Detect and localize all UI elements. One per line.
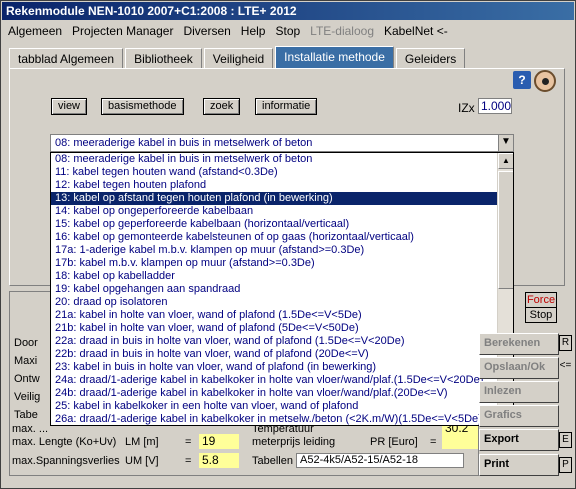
- berekenen-button[interactable]: Berekenen: [479, 333, 559, 355]
- um-eq: =: [185, 455, 192, 467]
- list-item[interactable]: 21b: kabel in holte van vloer, wand of p…: [51, 322, 513, 335]
- list-item[interactable]: 23: kabel in buis in holte van vloer, wa…: [51, 361, 513, 374]
- partial-row-label: max. ...: [12, 423, 49, 435]
- tab-algemeen[interactable]: tabblad Algemeen: [9, 48, 124, 68]
- menu-projecten[interactable]: Projecten Manager: [67, 22, 178, 40]
- side-label: Maxi: [14, 355, 38, 367]
- max-lengte-label: max. Lengte (Ko+Uv): [12, 436, 117, 448]
- menu-lte-dialoog[interactable]: LTE-dialoog: [305, 22, 379, 40]
- side-label: Veilig: [14, 391, 41, 403]
- menu-kabelnet[interactable]: KabelNet <-: [379, 22, 453, 40]
- tab-installatie-methode[interactable]: Installatie methode: [275, 46, 394, 68]
- title-bar: Rekenmodule NEN-1010 2007+C1:2008 : LTE+…: [2, 2, 574, 20]
- scroll-thumb[interactable]: [498, 171, 513, 289]
- print-button[interactable]: Print: [479, 454, 559, 476]
- inlezen-button[interactable]: Inlezen: [479, 381, 559, 403]
- list-item[interactable]: 26a: draad/1-aderige kabel in kabelkoker…: [51, 413, 513, 425]
- basismethode-button[interactable]: basismethode: [101, 98, 184, 115]
- list-item[interactable]: 24b: draad/1-aderige kabel in kabelkoker…: [51, 387, 513, 400]
- shortcut-back: <=: [559, 359, 572, 375]
- list-item[interactable]: 22a: draad in buis in holte van vloer, w…: [51, 335, 513, 348]
- view-button[interactable]: view: [51, 98, 88, 115]
- um-label: UM [V]: [125, 455, 159, 467]
- pr-field: [442, 434, 478, 449]
- meterprijs-label: meterprijs leiding: [252, 436, 336, 448]
- export-button[interactable]: Export: [479, 429, 559, 451]
- tab-strip: tabblad Algemeen Bibliotheek Veiligheid …: [9, 46, 467, 68]
- tab-veiligheid[interactable]: Veiligheid: [203, 48, 274, 68]
- force-button[interactable]: Force: [525, 292, 557, 308]
- list-item[interactable]: 16: kabel op gemonteerde kabelsteunen of…: [51, 231, 513, 244]
- list-item[interactable]: 25: kabel in kabelkoker in een holte van…: [51, 400, 513, 413]
- pr-eq: =: [430, 436, 437, 448]
- stop-button[interactable]: Stop: [525, 307, 557, 323]
- tab-geleiders[interactable]: Geleiders: [395, 48, 466, 68]
- menu-help[interactable]: Help: [236, 22, 271, 40]
- list-item[interactable]: 20: draad op isolatoren: [51, 296, 513, 309]
- list-item[interactable]: 08: meeraderige kabel in buis in metselw…: [51, 153, 513, 166]
- shortcut-e: E: [559, 432, 572, 448]
- list-item[interactable]: 24a: draad/1-aderige kabel in kabelkoker…: [51, 374, 513, 387]
- zoek-button[interactable]: zoek: [203, 98, 241, 115]
- lm-label: LM [m]: [125, 436, 159, 448]
- grafics-button[interactable]: Grafics: [479, 405, 559, 427]
- side-label: Ontw: [14, 373, 40, 385]
- list-item[interactable]: 19: kabel opgehangen aan spandraad: [51, 283, 513, 296]
- combo-value: 08: meeraderige kabel in buis in metselw…: [55, 137, 313, 149]
- menu-bar: Algemeen Projecten Manager Diversen Help…: [3, 22, 453, 40]
- chevron-down-icon[interactable]: ▼: [498, 135, 513, 151]
- izx-input[interactable]: 1.000: [478, 98, 512, 114]
- side-label: Door: [14, 337, 38, 349]
- informatie-button[interactable]: informatie: [255, 98, 318, 115]
- installatie-methode-select[interactable]: 08: meeraderige kabel in buis in metselw…: [50, 134, 514, 152]
- menu-diversen[interactable]: Diversen: [178, 22, 235, 40]
- pr-label: PR [Euro]: [370, 436, 418, 448]
- list-item[interactable]: 13: kabel op afstand tegen houten plafon…: [51, 191, 513, 206]
- eye-icon[interactable]: [534, 70, 556, 92]
- help-icon[interactable]: ?: [513, 71, 531, 89]
- shortcut-p: P: [559, 457, 572, 473]
- scroll-up-icon[interactable]: ▲: [498, 153, 513, 169]
- method-dropdown-list[interactable]: 08: meeraderige kabel in buis in metselw…: [50, 152, 514, 426]
- list-item[interactable]: 12: kabel tegen houten plafond: [51, 179, 513, 192]
- menu-stop[interactable]: Stop: [270, 22, 305, 40]
- list-item[interactable]: 17b: kabel m.b.v. klampen op muur (afsta…: [51, 257, 513, 270]
- lm-eq: =: [185, 436, 192, 448]
- tab-bibliotheek[interactable]: Bibliotheek: [125, 48, 202, 68]
- um-value: 5.8: [199, 453, 239, 468]
- izx-label: IZx: [458, 101, 475, 115]
- list-item[interactable]: 15: kabel op geperforeerde kabelbaan (ho…: [51, 218, 513, 231]
- list-item[interactable]: 11: kabel tegen houten wand (afstand<0.3…: [51, 166, 513, 179]
- list-item[interactable]: 18: kabel op kabelladder: [51, 270, 513, 283]
- menu-algemeen[interactable]: Algemeen: [3, 22, 67, 40]
- list-item[interactable]: 21a: kabel in holte van vloer, wand of p…: [51, 309, 513, 322]
- list-item[interactable]: 22b: draad in buis in holte van vloer, w…: [51, 348, 513, 361]
- list-item[interactable]: 14: kabel op ongeperforeerde kabelbaan: [51, 205, 513, 218]
- shortcut-r: R: [559, 335, 572, 351]
- side-label: Tabe: [14, 409, 38, 421]
- lm-value: 19: [199, 434, 239, 449]
- opslaan-button[interactable]: Opslaan/Ok: [479, 357, 559, 379]
- list-item[interactable]: 17a: 1-aderige kabel m.b.v. klampen op m…: [51, 244, 513, 257]
- main-window: Rekenmodule NEN-1010 2007+C1:2008 : LTE+…: [0, 0, 576, 489]
- spanningsverlies-label: max.Spanningsverlies: [12, 455, 120, 467]
- tabellen-label: Tabellen: [252, 455, 293, 467]
- tabellen-value: A52-4k5/A52-15/A52-18: [296, 453, 464, 468]
- option-list: 08: meeraderige kabel in buis in metselw…: [51, 153, 513, 425]
